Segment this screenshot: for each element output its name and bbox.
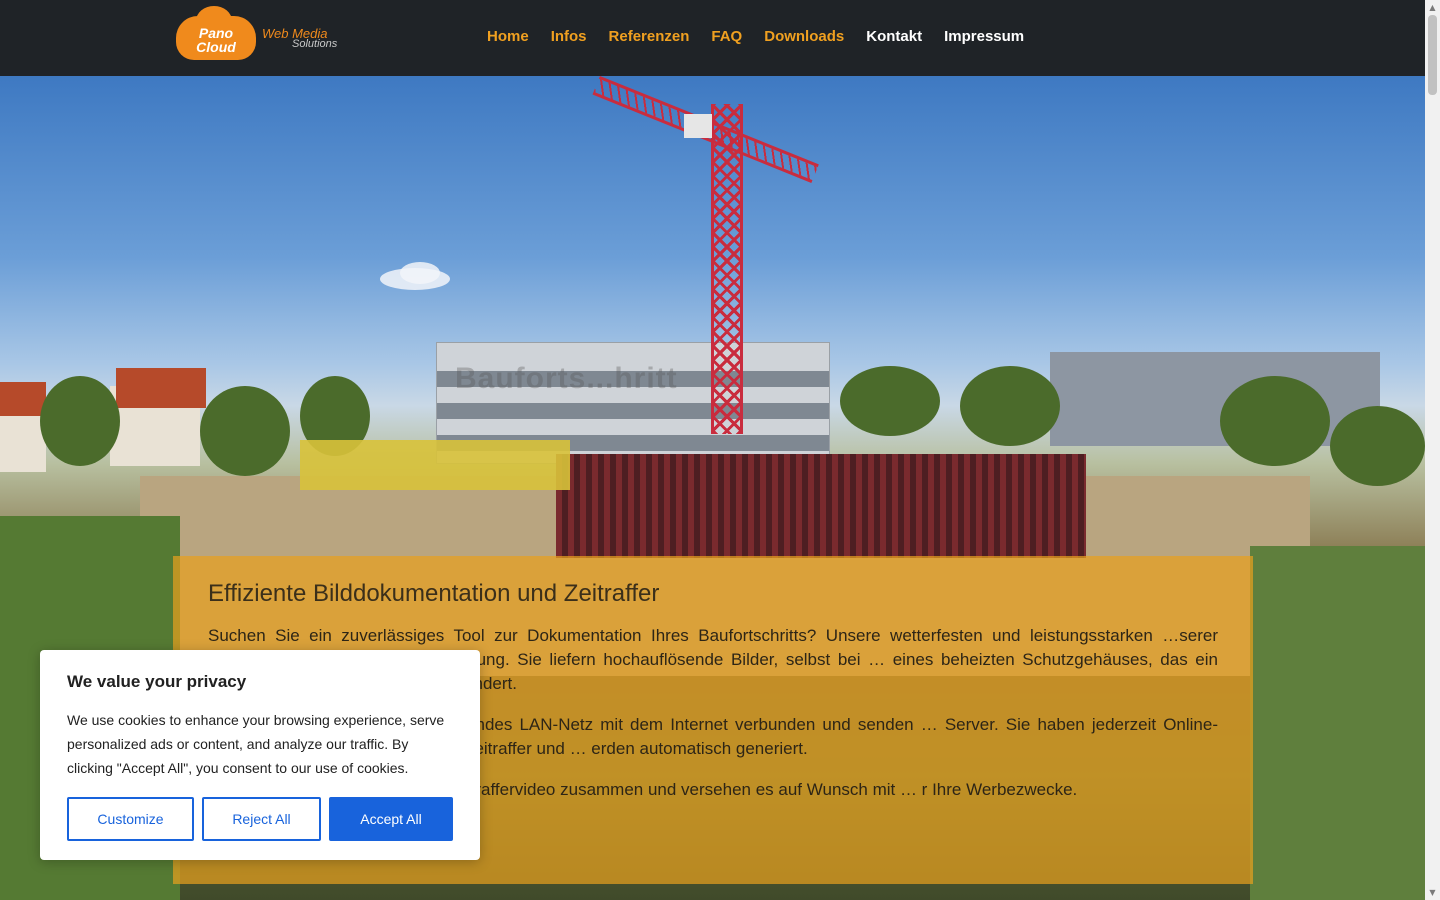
logo-line2: Cloud	[196, 39, 236, 55]
page-scrollbar[interactable]: ▲ ▼	[1425, 0, 1440, 900]
logo[interactable]: Pano Cloud Web Media Solutions	[176, 6, 358, 62]
hedge-right	[1250, 546, 1425, 900]
cloud-shape	[400, 262, 440, 284]
tree	[960, 366, 1060, 446]
logo-tagline-2: Solutions	[292, 38, 338, 50]
customize-button[interactable]: Customize	[67, 797, 194, 841]
scroll-thumb[interactable]	[1428, 15, 1437, 95]
crane-cab	[684, 114, 712, 138]
logo-text: Pano Cloud	[184, 26, 248, 54]
nav-infos[interactable]: Infos	[551, 28, 587, 45]
site-header: Pano Cloud Web Media Solutions Home Info…	[0, 0, 1425, 76]
main-nav: Home Infos Referenzen FAQ Downloads Kont…	[476, 28, 1035, 45]
content-heading: Effiziente Bilddokumentation und Zeitraf…	[208, 580, 660, 607]
scroll-down-icon[interactable]: ▼	[1425, 885, 1440, 900]
tree	[1220, 376, 1330, 466]
cookie-consent-dialog: We value your privacy We use cookies to …	[40, 650, 480, 860]
office-building-right	[1050, 352, 1380, 446]
nav-kontakt[interactable]: Kontakt	[866, 28, 922, 45]
nav-downloads[interactable]: Downloads	[764, 28, 844, 45]
house-roof	[116, 368, 206, 408]
cookie-text: We use cookies to enhance your browsing …	[67, 712, 445, 776]
accept-all-button[interactable]: Accept All	[329, 797, 453, 841]
nav-impressum[interactable]: Impressum	[944, 28, 1024, 45]
house-roof	[0, 382, 46, 416]
nav-home[interactable]: Home	[487, 28, 529, 45]
ghost-heading: Bauforts...hritt	[455, 362, 678, 395]
formwork-wall	[556, 454, 1086, 558]
cookie-button-row: Customize Reject All Accept All	[67, 797, 453, 841]
tree	[840, 366, 940, 436]
nav-referenzen[interactable]: Referenzen	[609, 28, 690, 45]
cookie-title: We value your privacy	[67, 672, 247, 691]
tree	[1330, 406, 1425, 486]
building-window-band	[437, 403, 829, 419]
crane-mast	[711, 104, 743, 434]
tree	[200, 386, 290, 476]
cloud-logo-icon: Pano Cloud	[176, 6, 256, 60]
nav-faq[interactable]: FAQ	[711, 28, 742, 45]
scroll-up-icon[interactable]: ▲	[1425, 0, 1440, 15]
formwork-slab	[300, 440, 570, 490]
reject-all-button[interactable]: Reject All	[202, 797, 321, 841]
tree	[40, 376, 120, 466]
